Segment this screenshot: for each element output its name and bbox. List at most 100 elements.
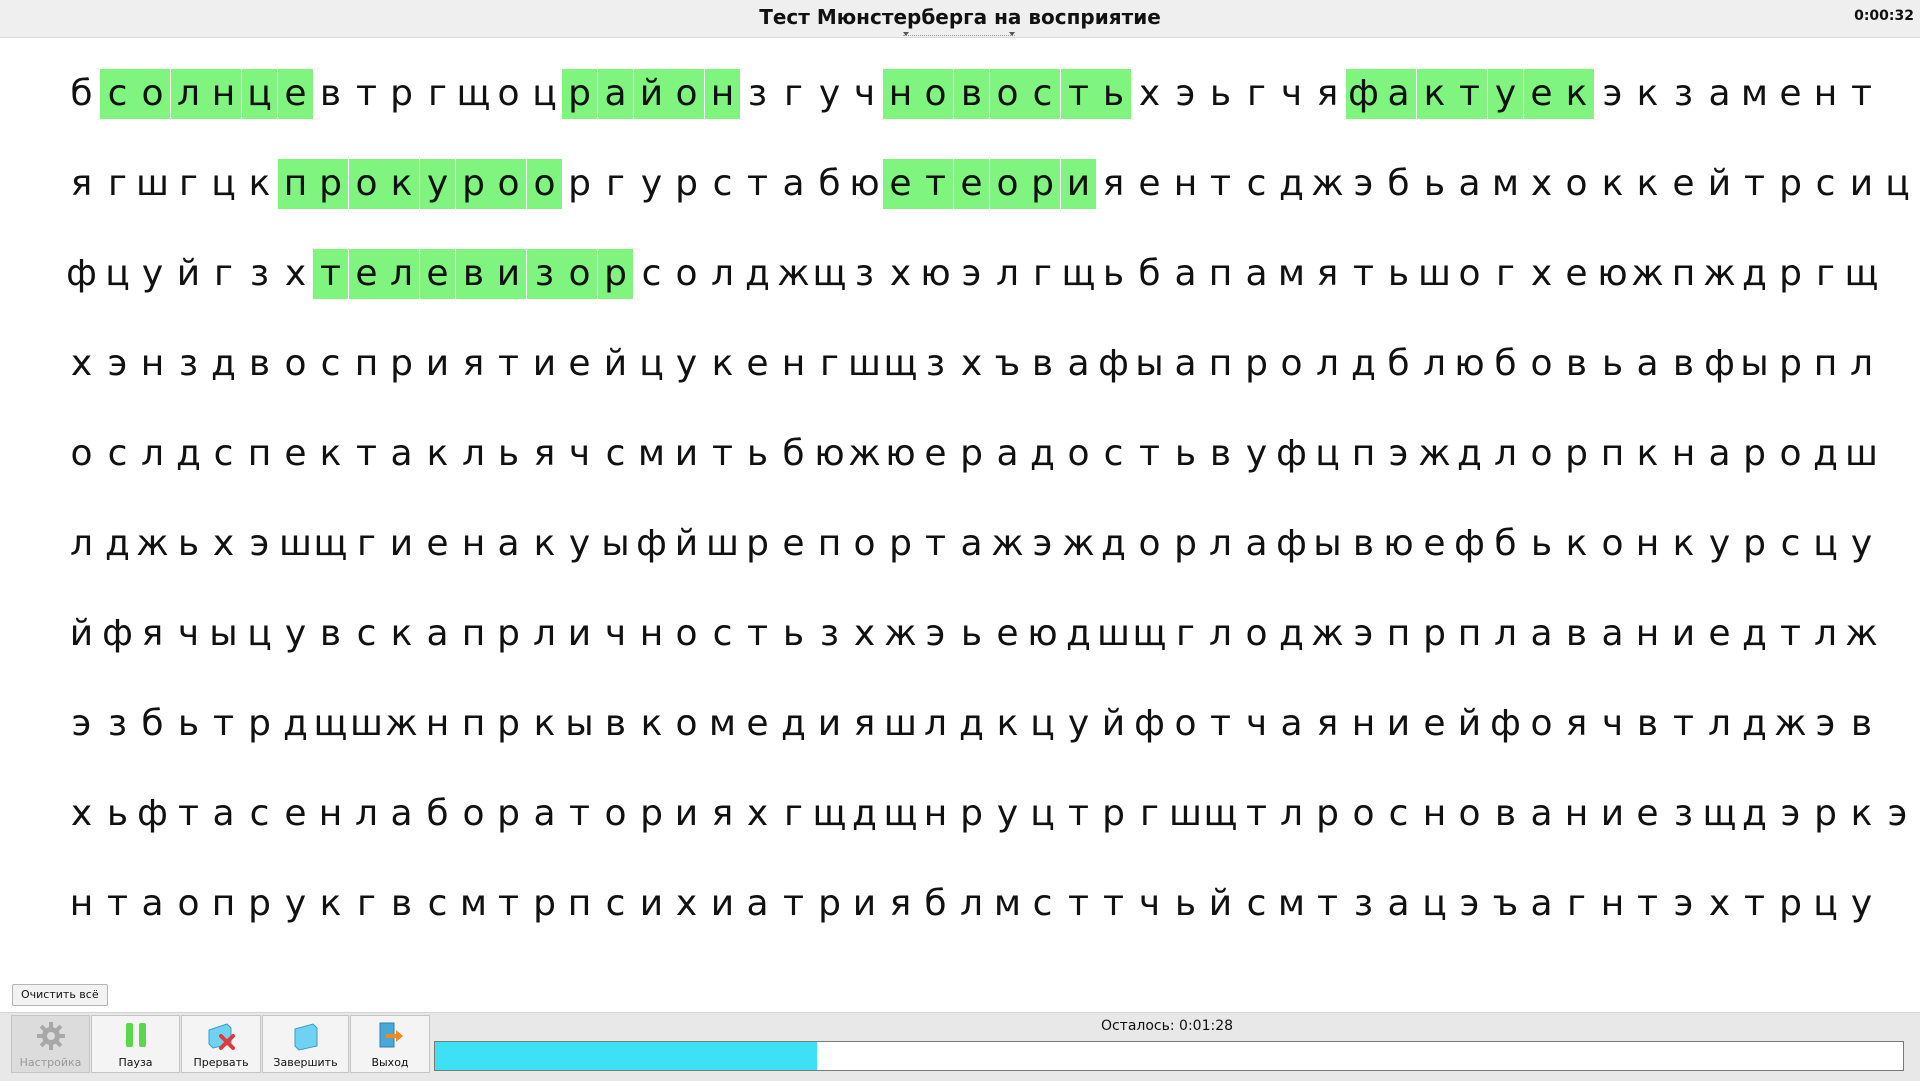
grid-letter[interactable]: г	[776, 789, 811, 839]
grid-letter[interactable]: р	[1096, 789, 1131, 839]
grid-letter[interactable]: в	[954, 69, 989, 119]
grid-letter[interactable]: е	[740, 339, 775, 389]
grid-letter[interactable]: г	[1132, 789, 1167, 839]
grid-letter[interactable]: а	[1524, 789, 1559, 839]
grid-letter[interactable]: д	[1096, 519, 1131, 569]
grid-letter[interactable]: ц	[634, 339, 669, 389]
grid-letter[interactable]: х	[847, 609, 882, 659]
grid-letter[interactable]: у	[669, 339, 704, 389]
grid-letter[interactable]: в	[1203, 429, 1238, 479]
grid-letter[interactable]: ц	[1417, 879, 1452, 929]
grid-letter[interactable]: ж	[1310, 159, 1345, 209]
grid-letter[interactable]: н	[64, 879, 99, 929]
grid-letter[interactable]: в	[456, 249, 491, 299]
grid-letter[interactable]: к	[313, 429, 348, 479]
grid-letter[interactable]: ы	[1132, 339, 1167, 389]
grid-letter[interactable]: а	[990, 429, 1025, 479]
grid-letter[interactable]: ж	[1630, 249, 1665, 299]
grid-letter[interactable]: о	[1452, 249, 1487, 299]
grid-letter[interactable]: ю	[1595, 249, 1630, 299]
grid-letter[interactable]: ч	[847, 69, 882, 119]
grid-letter[interactable]: н	[776, 339, 811, 389]
grid-letter[interactable]: ц	[1880, 159, 1915, 209]
grid-letter[interactable]: х	[1524, 159, 1559, 209]
grid-letter[interactable]: ы	[598, 519, 633, 569]
grid-letter[interactable]: с	[1773, 519, 1808, 569]
grid-letter[interactable]: х	[206, 519, 241, 569]
grid-letter[interactable]: и	[562, 609, 597, 659]
grid-letter[interactable]: л	[456, 429, 491, 479]
grid-letter[interactable]: ю	[1452, 339, 1487, 389]
grid-letter[interactable]: к	[1595, 159, 1630, 209]
grid-letter[interactable]: э	[1168, 69, 1203, 119]
grid-letter[interactable]: ь	[1203, 69, 1238, 119]
grid-letter[interactable]: о	[1595, 519, 1630, 569]
grid-letter[interactable]: ш	[847, 339, 882, 389]
grid-letter[interactable]: д	[1737, 609, 1772, 659]
grid-letter[interactable]: а	[1381, 69, 1416, 119]
grid-letter[interactable]: а	[1630, 339, 1665, 389]
grid-letter[interactable]: п	[1346, 429, 1381, 479]
grid-letter[interactable]: р	[562, 159, 597, 209]
interrupt-button[interactable]: Прервать	[181, 1015, 261, 1073]
grid-letter[interactable]: т	[1096, 879, 1131, 929]
grid-letter[interactable]: с	[1096, 429, 1131, 479]
grid-letter[interactable]: в	[598, 699, 633, 749]
grid-letter[interactable]: о	[669, 249, 704, 299]
grid-letter[interactable]: и	[705, 879, 740, 929]
grid-letter[interactable]: е	[349, 249, 384, 299]
grid-letter[interactable]: е	[776, 519, 811, 569]
grid-letter[interactable]: ь	[776, 609, 811, 659]
grid-letter[interactable]: т	[1132, 429, 1167, 479]
grid-letter[interactable]: г	[1168, 609, 1203, 659]
grid-letter[interactable]: м	[1274, 249, 1309, 299]
grid-letter[interactable]: н	[1630, 609, 1665, 659]
grid-letter[interactable]: л	[1844, 339, 1879, 389]
grid-letter[interactable]: ж	[1844, 609, 1879, 659]
grid-letter[interactable]: н	[1808, 69, 1843, 119]
grid-letter[interactable]: р	[491, 609, 526, 659]
grid-letter[interactable]: р	[313, 159, 348, 209]
grid-letter[interactable]: о	[1346, 789, 1381, 839]
grid-letter[interactable]: т	[1773, 609, 1808, 659]
grid-letter[interactable]: л	[64, 519, 99, 569]
grid-letter[interactable]: т	[705, 429, 740, 479]
grid-letter[interactable]: о	[598, 789, 633, 839]
grid-letter[interactable]: л	[1274, 789, 1309, 839]
grid-letter[interactable]: р	[1737, 519, 1772, 569]
grid-letter[interactable]: и	[527, 339, 562, 389]
grid-letter[interactable]: й	[1702, 159, 1737, 209]
grid-letter[interactable]: д	[1808, 429, 1843, 479]
grid-letter[interactable]: л	[1417, 339, 1452, 389]
grid-letter[interactable]: в	[1025, 339, 1060, 389]
grid-letter[interactable]: э	[1880, 789, 1915, 839]
grid-letter[interactable]: р	[384, 69, 419, 119]
grid-letter[interactable]: н	[1417, 789, 1452, 839]
grid-letter[interactable]: д	[1737, 789, 1772, 839]
grid-letter[interactable]: о	[278, 339, 313, 389]
grid-letter[interactable]: ш	[135, 159, 170, 209]
grid-letter[interactable]: р	[491, 789, 526, 839]
grid-letter[interactable]: ь	[171, 699, 206, 749]
grid-letter[interactable]: т	[1844, 69, 1879, 119]
grid-letter[interactable]: р	[598, 249, 633, 299]
grid-letter[interactable]: д	[740, 249, 775, 299]
grid-letter[interactable]: у	[135, 249, 170, 299]
grid-letter[interactable]: ш	[1844, 429, 1879, 479]
grid-letter[interactable]: в	[1844, 699, 1879, 749]
grid-letter[interactable]: р	[1310, 789, 1345, 839]
grid-letter[interactable]: у	[812, 69, 847, 119]
grid-letter[interactable]: п	[812, 519, 847, 569]
grid-letter[interactable]: в	[1666, 339, 1701, 389]
grid-letter[interactable]: р	[1773, 879, 1808, 929]
grid-letter[interactable]: д	[1274, 609, 1309, 659]
grid-letter[interactable]: ж	[883, 609, 918, 659]
grid-letter[interactable]: о	[990, 69, 1025, 119]
grid-letter[interactable]: ь	[491, 429, 526, 479]
grid-letter[interactable]: е	[918, 429, 953, 479]
grid-letter[interactable]: ь	[1524, 519, 1559, 569]
grid-letter[interactable]: е	[1417, 519, 1452, 569]
grid-letter[interactable]: к	[242, 159, 277, 209]
grid-letter[interactable]: р	[456, 159, 491, 209]
grid-letter[interactable]: д	[206, 339, 241, 389]
